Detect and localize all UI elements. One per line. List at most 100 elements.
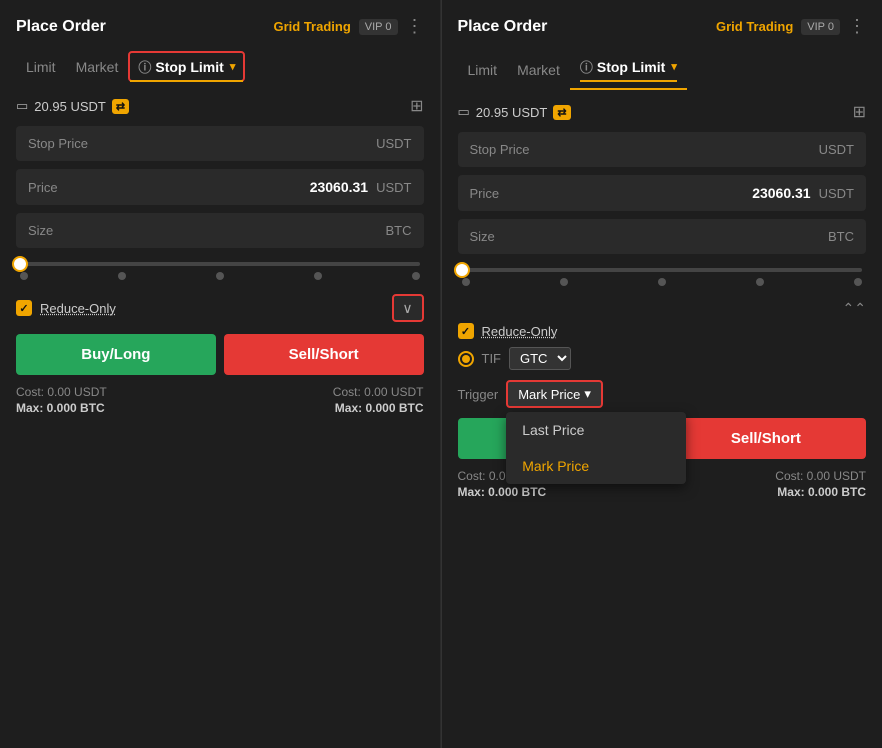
tab-market[interactable]: Market bbox=[66, 53, 129, 81]
stop-price-input[interactable]: Stop Price USDT bbox=[458, 132, 867, 167]
price-value: 23060.31 bbox=[752, 185, 810, 201]
vip-badge: VIP 0 bbox=[359, 19, 398, 35]
calculator-icon[interactable]: ⊞ bbox=[410, 96, 423, 116]
vip-badge: VIP 0 bbox=[801, 19, 840, 35]
size-currency: BTC bbox=[828, 229, 854, 244]
trigger-dropdown-arrow: ▾ bbox=[584, 386, 591, 402]
stop-limit-dropdown-arrow[interactable]: ▾ bbox=[671, 60, 677, 73]
sell-short-button[interactable]: Sell/Short bbox=[666, 418, 866, 459]
expanded-options: ⌃⌃ ✓ Reduce-Only TIF GTC IOC FOK bbox=[458, 300, 867, 408]
slider-dot-25 bbox=[118, 272, 126, 280]
calculator-icon[interactable]: ⊞ bbox=[853, 102, 866, 122]
tif-select[interactable]: GTC IOC FOK bbox=[509, 347, 571, 370]
collapse-icon[interactable]: ⌃⌃ bbox=[843, 300, 866, 317]
panel-header: Place Order Grid Trading VIP 0 ⋮ bbox=[16, 16, 424, 37]
tab-limit[interactable]: Limit bbox=[458, 56, 508, 84]
header-right: Grid Trading VIP 0 ⋮ bbox=[716, 16, 866, 37]
cost-sell-label: Cost: 0.00 USDT bbox=[333, 385, 424, 399]
reduce-only-label: Reduce-Only bbox=[482, 324, 558, 339]
trigger-label: Trigger bbox=[458, 387, 499, 402]
transfer-icon[interactable]: ⇄ bbox=[112, 99, 129, 114]
price-value: 23060.31 bbox=[310, 179, 368, 195]
stop-price-currency: USDT bbox=[376, 136, 411, 151]
stop-price-currency: USDT bbox=[819, 142, 854, 157]
cost-sell-label: Cost: 0.00 USDT bbox=[775, 469, 866, 483]
panel-title: Place Order bbox=[458, 18, 548, 36]
balance-row: ▭ 20.95 USDT ⇄ ⊞ bbox=[458, 102, 867, 122]
price-label: Price bbox=[28, 180, 58, 195]
position-slider[interactable] bbox=[458, 268, 867, 286]
dropdown-item-mark-price[interactable]: Mark Price bbox=[506, 448, 686, 484]
size-input[interactable]: Size BTC bbox=[16, 213, 424, 248]
reduce-only-checkbox[interactable]: ✓ bbox=[458, 323, 474, 339]
tif-row: TIF GTC IOC FOK bbox=[458, 347, 867, 370]
more-options-icon[interactable]: ⋮ bbox=[406, 16, 424, 37]
size-currency: BTC bbox=[386, 223, 412, 238]
slider-dot-50 bbox=[216, 272, 224, 280]
slider-dot-0 bbox=[20, 272, 28, 280]
order-type-tabs: Limit Market ⓘ Stop Limit ▾ bbox=[16, 51, 424, 82]
max-buy-value: Max: 0.000 BTC bbox=[16, 401, 107, 415]
stop-limit-label: Stop Limit bbox=[597, 59, 665, 75]
balance-info: ▭ 20.95 USDT ⇄ bbox=[16, 98, 129, 114]
card-icon: ▭ bbox=[458, 104, 470, 120]
reduce-only-row: ✓ Reduce-Only ∨ bbox=[16, 294, 424, 322]
reduce-only-label: Reduce-Only bbox=[40, 301, 116, 316]
tif-label: TIF bbox=[482, 351, 502, 366]
header-right: Grid Trading VIP 0 ⋮ bbox=[273, 16, 423, 37]
size-input[interactable]: Size BTC bbox=[458, 219, 867, 254]
slider-dot-25 bbox=[560, 278, 568, 286]
panel-header: Place Order Grid Trading VIP 0 ⋮ bbox=[458, 16, 867, 37]
grid-trading-link[interactable]: Grid Trading bbox=[716, 19, 793, 34]
trigger-select-button[interactable]: Mark Price ▾ bbox=[506, 380, 603, 408]
stop-limit-label: Stop Limit bbox=[155, 59, 223, 75]
dropdown-item-last-price[interactable]: Last Price bbox=[506, 412, 686, 448]
slider-dot-50 bbox=[658, 278, 666, 286]
cost-max-row: Cost: 0.00 USDT Max: 0.000 BTC Cost: 0.0… bbox=[16, 385, 424, 415]
slider-dot-75 bbox=[314, 272, 322, 280]
expand-button[interactable]: ∨ bbox=[392, 294, 424, 322]
price-input[interactable]: Price 23060.31 USDT bbox=[458, 175, 867, 211]
buy-long-button[interactable]: Buy/Long bbox=[16, 334, 216, 375]
tab-market[interactable]: Market bbox=[507, 56, 570, 84]
max-sell-value: Max: 0.000 BTC bbox=[775, 485, 866, 499]
reduce-only-row: ✓ Reduce-Only bbox=[458, 323, 867, 339]
transfer-icon[interactable]: ⇄ bbox=[553, 105, 570, 120]
trigger-value: Mark Price bbox=[518, 387, 580, 402]
price-currency: USDT bbox=[819, 186, 854, 201]
max-sell-value: Max: 0.000 BTC bbox=[333, 401, 424, 415]
stop-price-input[interactable]: Stop Price USDT bbox=[16, 126, 424, 161]
tif-radio[interactable] bbox=[458, 351, 474, 367]
price-currency: USDT bbox=[376, 180, 411, 195]
balance-value: 20.95 USDT bbox=[34, 99, 106, 114]
stop-limit-info-icon: ⓘ bbox=[138, 57, 151, 76]
balance-row: ▭ 20.95 USDT ⇄ ⊞ bbox=[16, 96, 424, 116]
stop-limit-dropdown-arrow[interactable]: ▾ bbox=[230, 60, 236, 73]
panel-left: Place Order Grid Trading VIP 0 ⋮ Limit M… bbox=[0, 0, 441, 748]
price-input[interactable]: Price 23060.31 USDT bbox=[16, 169, 424, 205]
grid-trading-link[interactable]: Grid Trading bbox=[273, 19, 350, 34]
panel-right: Place Order Grid Trading VIP 0 ⋮ Limit M… bbox=[442, 0, 882, 748]
size-label: Size bbox=[28, 223, 53, 238]
tab-limit[interactable]: Limit bbox=[16, 53, 66, 81]
stop-price-label: Stop Price bbox=[28, 136, 88, 151]
tab-stop-limit[interactable]: ⓘ Stop Limit ▾ bbox=[570, 51, 687, 88]
max-buy-value: Max: 0.000 BTC bbox=[458, 485, 549, 499]
position-slider[interactable] bbox=[16, 262, 424, 280]
sell-short-button[interactable]: Sell/Short bbox=[224, 334, 424, 375]
slider-dot-100 bbox=[854, 278, 862, 286]
tab-stop-limit[interactable]: ⓘ Stop Limit ▾ bbox=[128, 51, 245, 82]
more-options-icon[interactable]: ⋮ bbox=[848, 16, 866, 37]
size-label: Size bbox=[470, 229, 495, 244]
slider-dot-0 bbox=[462, 278, 470, 286]
slider-dot-75 bbox=[756, 278, 764, 286]
reduce-only-checkbox[interactable]: ✓ bbox=[16, 300, 32, 316]
trigger-dropdown-menu: Last Price Mark Price bbox=[506, 412, 686, 484]
card-icon: ▭ bbox=[16, 98, 28, 114]
stop-limit-info-icon: ⓘ bbox=[580, 57, 593, 76]
price-label: Price bbox=[470, 186, 500, 201]
panel-title: Place Order bbox=[16, 18, 106, 36]
action-buttons: Buy/Long Sell/Short bbox=[16, 334, 424, 375]
cost-buy-label: Cost: 0.00 USDT bbox=[16, 385, 107, 399]
order-type-tabs: Limit Market ⓘ Stop Limit ▾ bbox=[458, 51, 867, 88]
